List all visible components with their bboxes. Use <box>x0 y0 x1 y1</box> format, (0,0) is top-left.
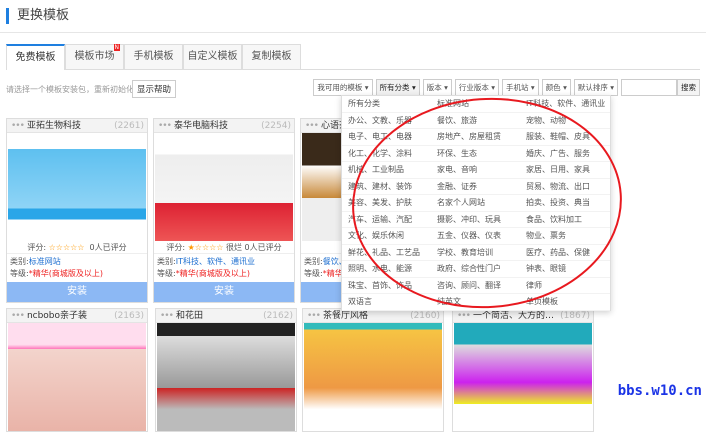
watermark: bbs.w10.cn <box>617 383 702 399</box>
red-circle-annotation <box>352 97 622 309</box>
